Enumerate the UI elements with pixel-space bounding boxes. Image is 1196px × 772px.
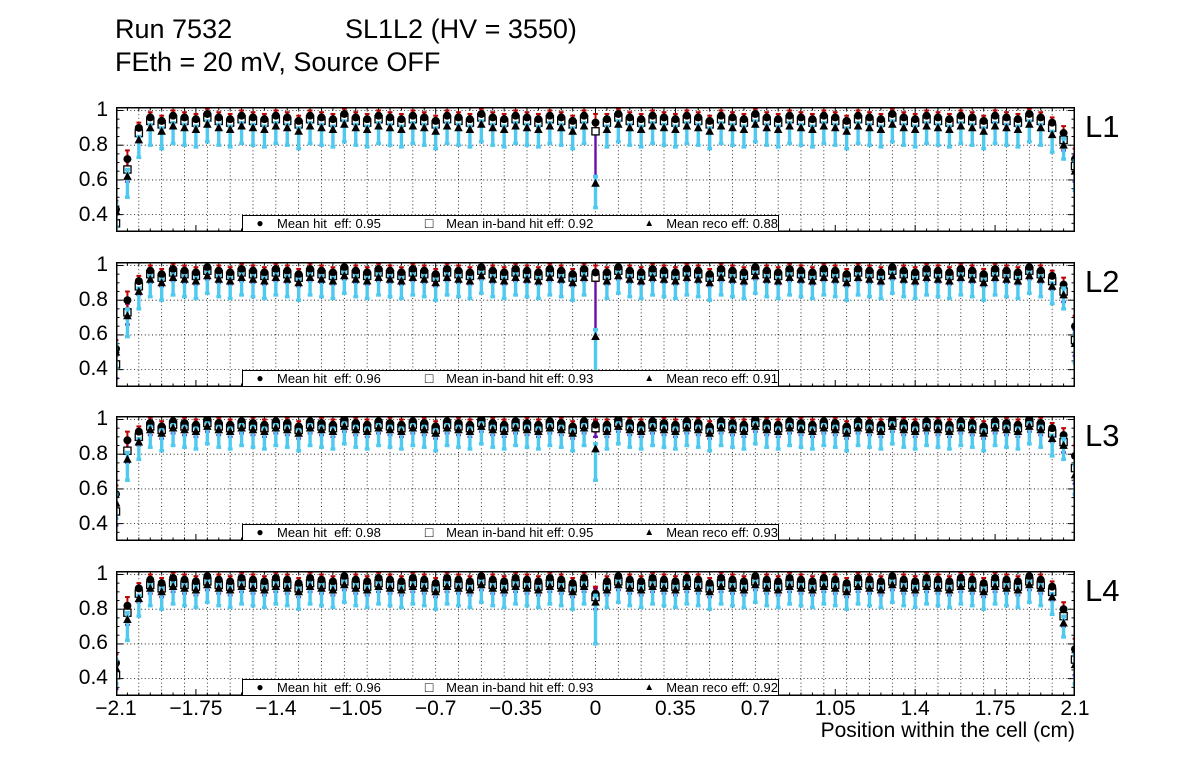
- legend-L2: ●Mean hit eff: 0.96□Mean in-band hit eff…: [242, 370, 779, 387]
- legend-entry: ●Mean hit eff: 0.95: [243, 216, 412, 231]
- legend-label: Mean reco eff: 0.92: [666, 680, 778, 695]
- layer-label-L4: L4: [1085, 573, 1119, 609]
- x-tick-label: −1.4: [241, 697, 311, 721]
- x-tick-label: −1.75: [161, 697, 231, 721]
- efficiency-panel-L1: ●Mean hit eff: 0.95□Mean in-band hit eff…: [116, 107, 1075, 232]
- x-tick-label: 0: [561, 697, 631, 721]
- root-canvas: Run 7532 SL1L2 (HV = 3550) FEth = 20 mV,…: [0, 0, 1196, 772]
- legend-label: Mean in-band hit eff: 0.93: [446, 371, 593, 386]
- x-tick-label: 0.35: [640, 697, 710, 721]
- y-tick-label: 0.6: [48, 631, 108, 655]
- legend-entry: □Mean in-band hit eff: 0.93: [412, 371, 632, 386]
- legend-entry: ▲Mean reco eff: 0.88: [632, 216, 778, 231]
- x-tick-label: −0.35: [481, 697, 551, 721]
- efficiency-panel-L2: ●Mean hit eff: 0.96□Mean in-band hit eff…: [116, 262, 1075, 387]
- legend-label: Mean reco eff: 0.88: [666, 216, 778, 231]
- legend-label: Mean reco eff: 0.91: [666, 371, 778, 386]
- efficiency-plot-L1: [116, 107, 1075, 232]
- x-tick-label: 2.1: [1040, 697, 1110, 721]
- layer-label-L1: L1: [1085, 109, 1119, 145]
- conditions-label: FEth = 20 mV, Source OFF: [115, 47, 440, 78]
- legend-entry: ●Mean hit eff: 0.96: [243, 371, 412, 386]
- legend-entry: □Mean in-band hit eff: 0.93: [412, 680, 632, 695]
- y-tick-label: 0.4: [48, 357, 108, 381]
- x-tick-label: −2.1: [81, 697, 151, 721]
- legend-L4: ●Mean hit eff: 0.96□Mean in-band hit eff…: [242, 679, 779, 696]
- legend-L1: ●Mean hit eff: 0.95□Mean in-band hit eff…: [242, 215, 779, 232]
- y-tick-label: 1: [48, 253, 108, 277]
- layer-label-L3: L3: [1085, 418, 1119, 454]
- x-axis-title: Position within the cell (cm): [675, 719, 1075, 743]
- legend-filled-triangle-icon: ▲: [632, 216, 666, 231]
- y-tick-label: 0.8: [48, 133, 108, 157]
- legend-entry: ●Mean hit eff: 0.96: [243, 680, 412, 695]
- y-tick-label: 0.6: [48, 322, 108, 346]
- y-tick-label: 0.4: [48, 512, 108, 536]
- y-tick-label: 0.4: [48, 203, 108, 227]
- run-label: Run 7532: [115, 14, 232, 45]
- y-tick-label: 0.8: [48, 288, 108, 312]
- legend-filled-triangle-icon: ▲: [632, 680, 666, 695]
- legend-label: Mean in-band hit eff: 0.92: [446, 216, 593, 231]
- efficiency-plot-L3: [116, 416, 1075, 541]
- legend-entry: ▲Mean reco eff: 0.91: [632, 371, 778, 386]
- legend-filled-circle-icon: ●: [243, 525, 277, 540]
- legend-filled-circle-icon: ●: [243, 216, 277, 231]
- legend-open-square-icon: □: [412, 680, 446, 695]
- y-tick-label: 0.6: [48, 168, 108, 192]
- legend-label: Mean in-band hit eff: 0.93: [446, 680, 593, 695]
- x-tick-label: 1.4: [880, 697, 950, 721]
- x-tick-label: 0.7: [720, 697, 790, 721]
- y-tick-label: 0.8: [48, 597, 108, 621]
- efficiency-panel-L3: ●Mean hit eff: 0.98□Mean in-band hit eff…: [116, 416, 1075, 541]
- legend-open-square-icon: □: [412, 525, 446, 540]
- legend-entry: ▲Mean reco eff: 0.93: [632, 525, 778, 540]
- legend-filled-circle-icon: ●: [243, 680, 277, 695]
- y-tick-label: 0.4: [48, 666, 108, 690]
- efficiency-panel-L4: ●Mean hit eff: 0.96□Mean in-band hit eff…: [116, 571, 1075, 696]
- legend-label: Mean hit eff: 0.96: [277, 680, 381, 695]
- efficiency-plot-L4: [116, 571, 1075, 696]
- legend-label: Mean hit eff: 0.96: [277, 371, 381, 386]
- chamber-hv-label: SL1L2 (HV = 3550): [345, 14, 577, 45]
- y-tick-label: 1: [48, 407, 108, 431]
- legend-open-square-icon: □: [412, 371, 446, 386]
- y-tick-label: 1: [48, 562, 108, 586]
- layer-label-L2: L2: [1085, 264, 1119, 300]
- x-tick-label: 1.05: [800, 697, 870, 721]
- efficiency-plot-L2: [116, 262, 1075, 387]
- x-tick-label: 1.75: [960, 697, 1030, 721]
- legend-filled-triangle-icon: ▲: [632, 525, 666, 540]
- legend-label: Mean in-band hit eff: 0.95: [446, 525, 593, 540]
- legend-label: Mean hit eff: 0.98: [277, 525, 381, 540]
- legend-filled-circle-icon: ●: [243, 371, 277, 386]
- legend-label: Mean reco eff: 0.93: [666, 525, 778, 540]
- legend-entry: ▲Mean reco eff: 0.92: [632, 680, 778, 695]
- x-tick-label: −0.7: [401, 697, 471, 721]
- legend-entry: ●Mean hit eff: 0.98: [243, 525, 412, 540]
- legend-open-square-icon: □: [412, 216, 446, 231]
- legend-entry: □Mean in-band hit eff: 0.95: [412, 525, 632, 540]
- y-tick-label: 0.8: [48, 442, 108, 466]
- y-tick-label: 0.6: [48, 477, 108, 501]
- legend-L3: ●Mean hit eff: 0.98□Mean in-band hit eff…: [242, 524, 779, 541]
- legend-entry: □Mean in-band hit eff: 0.92: [412, 216, 632, 231]
- y-tick-label: 1: [48, 98, 108, 122]
- legend-label: Mean hit eff: 0.95: [277, 216, 381, 231]
- legend-filled-triangle-icon: ▲: [632, 371, 666, 386]
- x-tick-label: −1.05: [321, 697, 391, 721]
